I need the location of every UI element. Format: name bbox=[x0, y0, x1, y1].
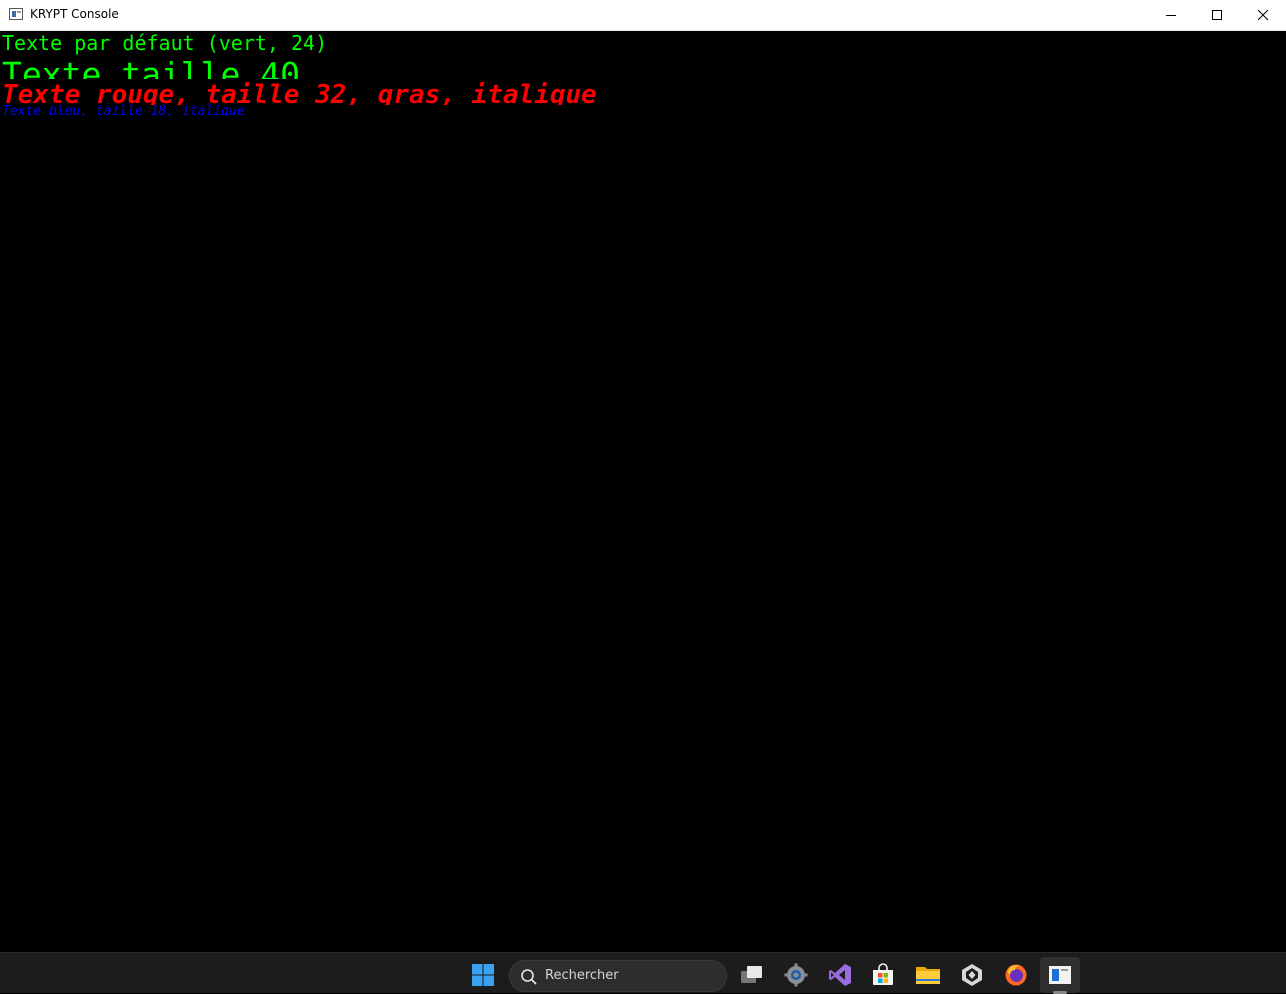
krypt-console-taskbar-button[interactable] bbox=[1040, 957, 1080, 993]
settings-app-button[interactable] bbox=[776, 957, 816, 993]
app-window-icon bbox=[9, 8, 23, 20]
file-explorer-button[interactable] bbox=[908, 957, 948, 993]
title-bar[interactable]: KRYPT Console bbox=[0, 0, 1286, 31]
windows-start-icon bbox=[472, 964, 494, 986]
taskbar: Rechercher bbox=[0, 952, 1286, 994]
task-view-button[interactable] bbox=[732, 957, 772, 993]
close-icon bbox=[1257, 9, 1269, 21]
file-explorer-icon bbox=[916, 967, 940, 984]
search-placeholder: Rechercher bbox=[545, 968, 619, 983]
console-line-red-bold-italic: Texte rouge, taille 32, gras, italique bbox=[2, 80, 597, 105]
console-line-size-40: Texte taille 40 bbox=[2, 55, 301, 79]
console-line-default: Texte par défaut (vert, 24) bbox=[2, 31, 328, 55]
window-title: KRYPT Console bbox=[30, 7, 119, 21]
settings-icon bbox=[784, 963, 808, 987]
start-button[interactable] bbox=[463, 957, 503, 993]
krypt-console-icon bbox=[1049, 966, 1071, 984]
visual-studio-icon bbox=[829, 964, 851, 986]
console-window: KRYPT Console Texte par défaut (vert, 24… bbox=[0, 0, 1286, 952]
task-view-icon bbox=[741, 966, 762, 983]
console-output: Texte par défaut (vert, 24) Texte taille… bbox=[0, 31, 1286, 952]
firefox-icon bbox=[1005, 964, 1027, 986]
unity-icon bbox=[962, 964, 982, 986]
maximize-button[interactable] bbox=[1194, 0, 1240, 30]
visual-studio-button[interactable] bbox=[820, 957, 860, 993]
firefox-button[interactable] bbox=[996, 957, 1036, 993]
console-line-blue-italic: Texte bleu, taille 18, italique bbox=[2, 104, 245, 116]
minimize-button[interactable] bbox=[1148, 0, 1194, 30]
microsoft-store-icon bbox=[873, 963, 893, 985]
unity-hub-button[interactable] bbox=[952, 957, 992, 993]
taskbar-search-box[interactable]: Rechercher bbox=[509, 960, 727, 992]
search-icon bbox=[521, 969, 537, 985]
close-button[interactable] bbox=[1240, 0, 1286, 30]
microsoft-store-button[interactable] bbox=[863, 957, 903, 993]
minimize-icon bbox=[1166, 15, 1176, 16]
maximize-icon bbox=[1212, 10, 1222, 20]
